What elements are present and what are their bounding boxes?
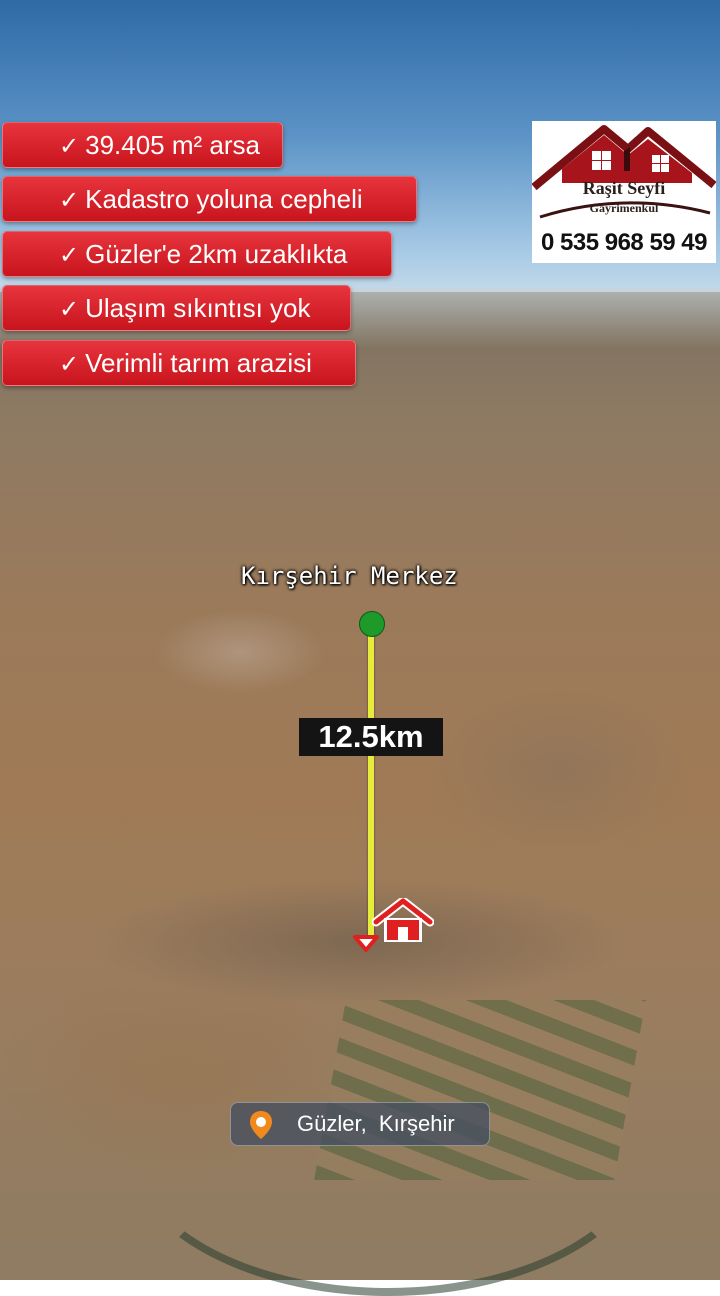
map-pin-icon — [250, 1111, 272, 1139]
location-text: Güzler, Kırşehir — [297, 1111, 455, 1136]
feature-item: ✓ Kadastro yoluna cepheli — [2, 176, 417, 222]
feature-item: ✓ Verimli tarım arazisi — [2, 340, 356, 386]
feature-text: Güzler'e 2km uzaklıkta — [85, 239, 348, 269]
distance-line — [368, 621, 374, 939]
check-icon: ✓ — [59, 242, 80, 269]
feature-text: 39.405 m² arsa — [85, 130, 260, 160]
distance-label: 12.5km — [299, 718, 443, 756]
feature-text: Kadastro yoluna cepheli — [85, 184, 363, 214]
feature-item: ✓ 39.405 m² arsa — [2, 122, 283, 168]
check-icon: ✓ — [59, 133, 80, 160]
company-name: Raşit Seyfi — [582, 178, 666, 198]
origin-city-label: Kırşehir Merkez — [241, 562, 458, 590]
phone-number[interactable]: 0 535 968 59 49 — [532, 229, 716, 257]
origin-marker-icon — [359, 611, 385, 637]
feature-text: Verimli tarım arazisi — [85, 348, 312, 378]
feature-item: ✓ Güzler'e 2km uzaklıkta — [2, 231, 392, 277]
location-badge[interactable]: Güzler, Kırşehir — [230, 1102, 490, 1146]
check-icon: ✓ — [59, 351, 80, 378]
check-icon: ✓ — [59, 296, 80, 323]
check-icon: ✓ — [59, 187, 80, 214]
home-icon — [372, 898, 434, 942]
feature-item: ✓ Ulaşım sıkıntısı yok — [2, 285, 351, 331]
company-subtitle: Gayrimenkul — [589, 201, 659, 215]
feature-text: Ulaşım sıkıntısı yok — [85, 293, 311, 323]
company-logo-card: Raşit Seyfi Gayrimenkul 0 535 968 59 49 — [532, 121, 716, 263]
